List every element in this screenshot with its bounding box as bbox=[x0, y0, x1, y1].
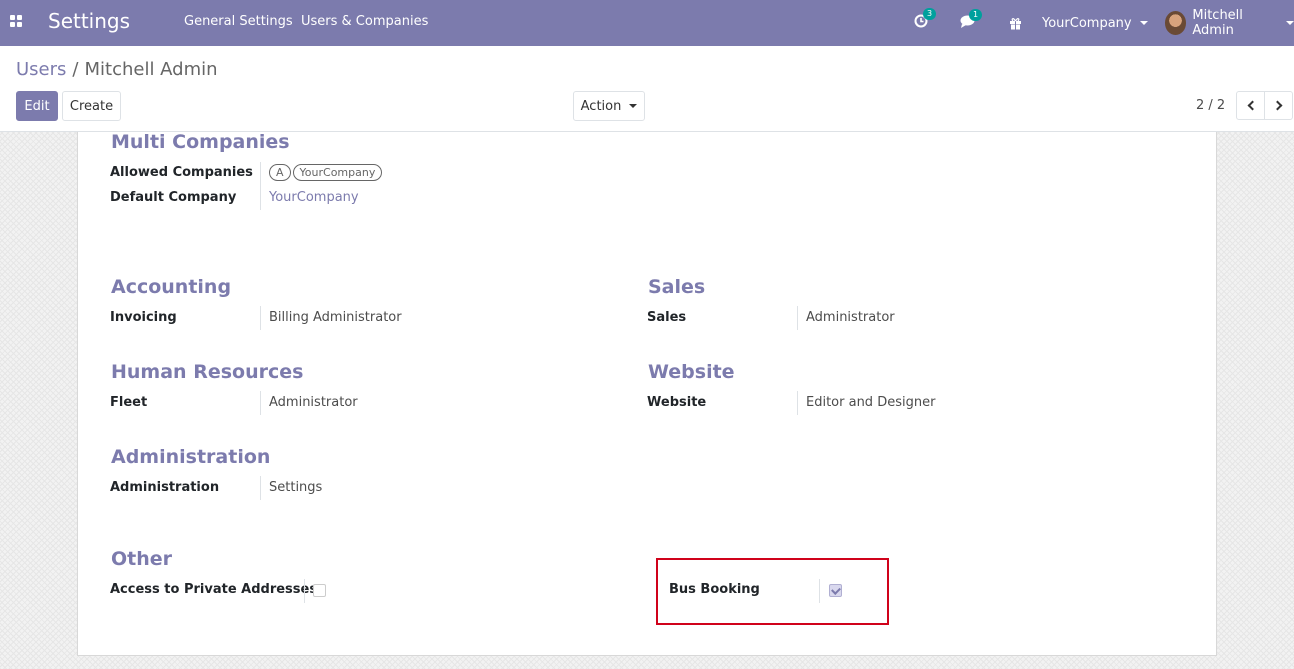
private-addresses-label: Access to Private Addresses bbox=[110, 582, 318, 597]
field-separator bbox=[260, 186, 261, 210]
messages-button[interactable]: 1 bbox=[960, 0, 983, 46]
app-title: Settings bbox=[48, 9, 131, 33]
pager-previous-button[interactable] bbox=[1236, 91, 1265, 120]
field-separator bbox=[260, 306, 261, 330]
gift-button[interactable] bbox=[1009, 0, 1022, 46]
breadcrumb-separator: / bbox=[72, 59, 79, 80]
create-button[interactable]: Create bbox=[62, 91, 121, 121]
allowed-companies-tags[interactable]: A YourCompany bbox=[269, 164, 384, 181]
group-title-administration: Administration bbox=[111, 446, 271, 468]
invoicing-value: Billing Administrator bbox=[269, 310, 402, 325]
website-value: Editor and Designer bbox=[806, 395, 936, 410]
company-name: YourCompany bbox=[1042, 15, 1132, 31]
group-title-accounting: Accounting bbox=[111, 276, 232, 298]
form-sheet bbox=[77, 132, 1217, 656]
field-separator bbox=[797, 306, 798, 330]
activity-count-badge: 3 bbox=[923, 8, 937, 20]
user-name: Mitchell Admin bbox=[1192, 8, 1243, 38]
field-separator bbox=[260, 476, 261, 500]
private-addresses-checkbox[interactable] bbox=[313, 584, 326, 597]
breadcrumb: Users / Mitchell Admin bbox=[16, 59, 218, 80]
default-company-value[interactable]: YourCompany bbox=[269, 190, 359, 205]
field-separator bbox=[797, 391, 798, 415]
company-tag[interactable]: YourCompany bbox=[292, 164, 383, 181]
chevron-left-icon bbox=[1247, 100, 1257, 111]
user-menu[interactable]: Mitchell Admin bbox=[1165, 0, 1294, 46]
administration-value: Settings bbox=[269, 480, 323, 495]
group-title-sales: Sales bbox=[648, 276, 706, 298]
chevron-right-icon bbox=[1272, 100, 1282, 111]
menu-general-settings[interactable]: General Settings bbox=[184, 14, 293, 29]
apps-menu-icon[interactable] bbox=[10, 15, 24, 29]
field-separator bbox=[260, 391, 261, 415]
top-navbar: Settings General Settings Users & Compan… bbox=[0, 0, 1294, 46]
field-separator bbox=[304, 579, 305, 603]
sales-label: Sales bbox=[647, 310, 687, 325]
avatar bbox=[1165, 11, 1187, 35]
breadcrumb-current: Mitchell Admin bbox=[84, 59, 218, 80]
message-count-badge: 1 bbox=[969, 8, 983, 21]
chevron-down-icon bbox=[1139, 21, 1148, 25]
pager-next-button[interactable] bbox=[1264, 91, 1293, 120]
invoicing-label: Invoicing bbox=[110, 310, 177, 325]
action-label: Action bbox=[580, 98, 622, 114]
website-label: Website bbox=[647, 395, 707, 410]
group-title-human-resources: Human Resources bbox=[111, 361, 304, 383]
group-title-website: Website bbox=[648, 361, 735, 383]
chevron-down-icon bbox=[1286, 21, 1294, 25]
company-tag[interactable]: A bbox=[269, 164, 291, 181]
breadcrumb-users-link[interactable]: Users bbox=[16, 59, 66, 80]
field-separator bbox=[260, 162, 261, 186]
menu-users-companies[interactable]: Users & Companies bbox=[301, 14, 428, 29]
company-switcher[interactable]: YourCompany bbox=[1042, 0, 1148, 46]
activity-button[interactable]: 3 bbox=[914, 0, 937, 46]
pager-value[interactable]: 2 / 2 bbox=[1196, 98, 1225, 113]
fleet-value: Administrator bbox=[269, 395, 358, 410]
action-dropdown[interactable]: Action bbox=[573, 91, 645, 121]
group-title-multi-companies: Multi Companies bbox=[111, 131, 290, 153]
allowed-companies-label: Allowed Companies bbox=[110, 165, 253, 180]
highlight-box bbox=[656, 558, 889, 625]
administration-label: Administration bbox=[110, 480, 220, 495]
default-company-label: Default Company bbox=[110, 190, 237, 205]
gift-icon bbox=[1010, 17, 1021, 30]
fleet-label: Fleet bbox=[110, 395, 148, 410]
chevron-down-icon bbox=[629, 104, 638, 108]
edit-button[interactable]: Edit bbox=[16, 91, 58, 121]
sales-value: Administrator bbox=[806, 310, 895, 325]
group-title-other: Other bbox=[111, 548, 173, 570]
